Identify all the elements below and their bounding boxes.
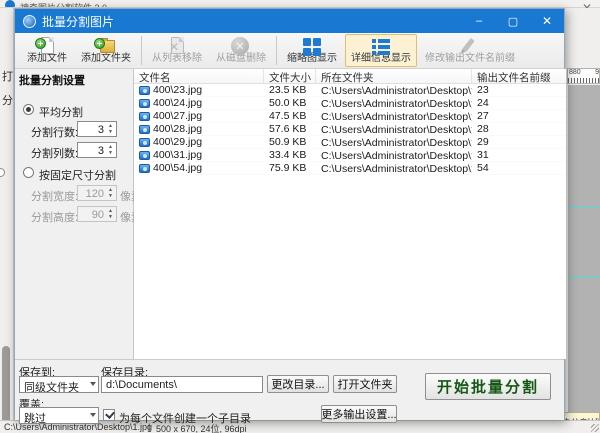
open-folder-button[interactable]: 打开文件夹	[333, 375, 397, 393]
toolbar: 添加文件 添加文件夹 ✕ 从列表移除 ✕ 从磁盘删除 缩略图显示 详细信息显示 …	[15, 33, 564, 69]
overwrite-select[interactable]: 跳过	[19, 407, 99, 424]
jpg-file-icon	[139, 151, 150, 160]
minimize-button[interactable]: –	[462, 9, 496, 33]
toolbar-separator	[276, 36, 277, 65]
column-header-prefix[interactable]: 输出文件名前缀	[472, 69, 566, 83]
table-row[interactable]: 400\54.jpg 75.9 KB C:\Users\Administrato…	[134, 162, 566, 175]
dialog-title: 批量分割图片	[42, 13, 114, 30]
split-cols-label: 分割列数:	[31, 145, 78, 161]
remove-from-list-icon: ✕	[165, 37, 189, 48]
start-batch-split-button[interactable]: 开始批量分割	[425, 373, 551, 400]
split-rows-label: 分割行数:	[31, 124, 78, 140]
delete-from-disk-button: ✕ 从磁盘删除	[210, 34, 272, 67]
average-split-radio[interactable]	[23, 104, 34, 115]
ruler-ticks	[568, 78, 599, 83]
settings-panel-title: 批量分割设置	[19, 72, 85, 88]
column-header-filename[interactable]: 文件名	[134, 69, 264, 83]
split-height-stepper: 90 ▲▼	[77, 206, 117, 222]
background-open-label: 打	[2, 68, 13, 84]
save-to-select[interactable]: 同级文件夹	[19, 376, 99, 393]
background-ruler: 880 9	[567, 68, 600, 84]
background-image-canvas	[568, 85, 600, 420]
split-settings-panel: 批量分割设置 平均分割 分割行数: 3 ▲▼ 分割列数: 3 ▲▼ 按固定尺寸分…	[15, 69, 134, 359]
column-header-folder[interactable]: 所在文件夹	[316, 69, 472, 83]
subdir-checkbox-label: 为每个文件创建一个子目录	[119, 410, 251, 426]
split-cols-stepper[interactable]: 3 ▲▼	[77, 142, 117, 158]
fixed-size-split-label: 按固定尺寸分割	[39, 167, 116, 183]
background-window-titlebar: 神奇图片分割软件 3.0	[0, 0, 600, 8]
add-folder-button[interactable]: 添加文件夹	[75, 34, 137, 67]
fixed-size-split-radio[interactable]	[23, 167, 34, 178]
background-window-title: 神奇图片分割软件 3.0	[20, 1, 107, 8]
add-file-button[interactable]: 添加文件	[21, 34, 73, 67]
edit-output-prefix-button: 修改输出文件名前缀	[419, 34, 521, 67]
split-rows-stepper[interactable]: 3 ▲▼	[77, 121, 117, 137]
chevron-down-icon	[90, 413, 96, 417]
jpg-file-icon	[139, 86, 150, 95]
dialog-titlebar[interactable]: 批量分割图片 – ▢ ✕	[15, 9, 564, 33]
jpg-file-icon	[139, 99, 150, 108]
add-file-icon	[35, 37, 59, 48]
output-options-panel: 保存到: 同级文件夹 保存目录: 更改目录... 打开文件夹 覆盖: 跳过 为每…	[15, 359, 564, 420]
thumbnail-view-icon	[300, 37, 324, 48]
dialog-app-icon	[23, 15, 36, 28]
resize-grip[interactable]	[591, 424, 599, 432]
close-button[interactable]: ✕	[530, 9, 564, 33]
column-header-filesize[interactable]: 文件大小	[264, 69, 316, 83]
ruler-label-9: 9	[595, 69, 599, 76]
stepper-arrows-icon: ▲▼	[106, 208, 115, 220]
add-folder-icon	[94, 37, 118, 48]
chevron-down-icon	[90, 382, 96, 386]
stepper-arrows-icon[interactable]: ▲▼	[106, 144, 115, 156]
maximize-button[interactable]: ▢	[496, 9, 530, 33]
details-view-icon	[369, 37, 393, 48]
jpg-file-icon	[139, 138, 150, 147]
split-line[interactable]	[568, 276, 600, 277]
split-width-stepper: 120 ▲▼	[77, 185, 117, 201]
jpg-file-icon	[139, 164, 150, 173]
batch-split-dialog: 批量分割图片 – ▢ ✕ 添加文件 添加文件夹 ✕ 从列表移除 ✕ 从磁盘删除 …	[14, 8, 565, 420]
stepper-arrows-icon[interactable]: ▲▼	[106, 123, 115, 135]
split-width-label: 分割宽度:	[31, 188, 78, 204]
split-line[interactable]	[568, 207, 600, 208]
file-list: 文件名 文件大小 所在文件夹 输出文件名前缀 400\23.jpg 23.5 K…	[134, 69, 566, 359]
background-split-label: 分	[2, 92, 13, 108]
background-app-icon	[5, 0, 15, 8]
thumbnail-view-button[interactable]: 缩略图显示	[281, 34, 343, 67]
background-left-panel: 打 分	[0, 8, 14, 420]
remove-from-list-button: ✕ 从列表移除	[146, 34, 208, 67]
change-dir-button[interactable]: 更改目录...	[267, 375, 329, 393]
stepper-arrows-icon: ▲▼	[106, 187, 115, 199]
subdir-checkbox[interactable]	[103, 409, 115, 421]
split-height-label: 分割高度:	[31, 209, 78, 225]
delete-from-disk-icon: ✕	[229, 37, 253, 48]
toolbar-separator	[141, 36, 142, 65]
details-view-button[interactable]: 详细信息显示	[345, 34, 417, 67]
background-scrollbar[interactable]	[2, 346, 10, 424]
edit-prefix-pencil-icon	[458, 37, 482, 48]
jpg-file-icon	[139, 112, 150, 121]
ruler-label-880: 880	[569, 69, 581, 76]
average-split-label: 平均分割	[39, 104, 83, 120]
save-dir-input[interactable]	[101, 376, 263, 393]
jpg-file-icon	[139, 125, 150, 134]
more-output-settings-button[interactable]: 更多输出设置...	[321, 405, 397, 423]
background-partial-radio	[0, 168, 5, 177]
